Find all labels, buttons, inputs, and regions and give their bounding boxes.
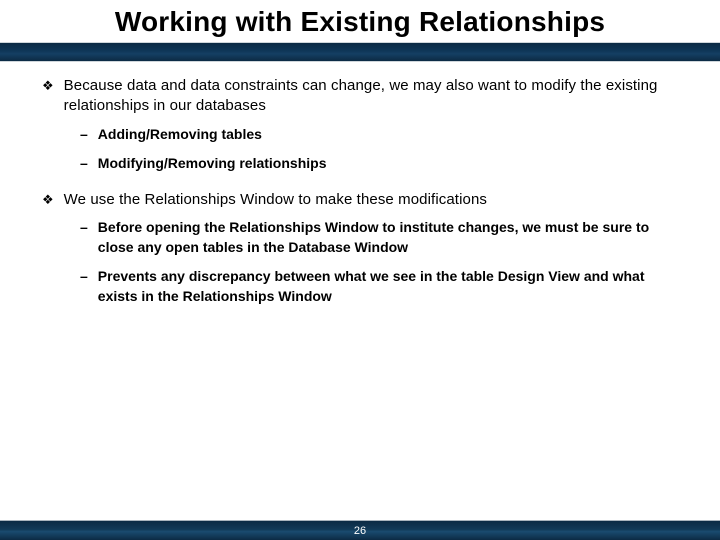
dash-bullet-icon: –	[80, 218, 88, 257]
bullet-item: ❖ We use the Relationships Window to mak…	[42, 190, 678, 210]
footer-bar: 26	[0, 520, 720, 540]
sub-bullet-item: – Modifying/Removing relationships	[80, 154, 678, 174]
bullet-item: ❖ Because data and data constraints can …	[42, 76, 678, 117]
bullet-text: We use the Relationships Window to make …	[64, 190, 678, 210]
sub-bullet-item: – Adding/Removing tables	[80, 125, 678, 145]
footer: 26	[0, 520, 720, 540]
sub-bullet-text: Before opening the Relationships Window …	[98, 218, 678, 257]
dash-bullet-icon: –	[80, 125, 88, 145]
diamond-bullet-icon: ❖	[42, 190, 54, 210]
slide-title: Working with Existing Relationships	[40, 6, 680, 38]
slide: Working with Existing Relationships ❖ Be…	[0, 0, 720, 540]
sub-bullet-item: – Before opening the Relationships Windo…	[80, 218, 678, 257]
content-area: ❖ Because data and data constraints can …	[0, 62, 720, 540]
bullet-text: Because data and data constraints can ch…	[64, 76, 678, 117]
sub-bullet-text: Modifying/Removing relationships	[98, 154, 678, 174]
title-bar	[0, 42, 720, 62]
dash-bullet-icon: –	[80, 267, 88, 306]
page-number: 26	[354, 525, 366, 537]
sub-bullet-text: Prevents any discrepancy between what we…	[98, 267, 678, 306]
sub-bullet-text: Adding/Removing tables	[98, 125, 678, 145]
title-wrap: Working with Existing Relationships	[0, 0, 720, 38]
dash-bullet-icon: –	[80, 154, 88, 174]
sub-bullet-item: – Prevents any discrepancy between what …	[80, 267, 678, 306]
sub-list: – Before opening the Relationships Windo…	[80, 218, 678, 306]
diamond-bullet-icon: ❖	[42, 76, 54, 117]
sub-list: – Adding/Removing tables – Modifying/Rem…	[80, 125, 678, 174]
